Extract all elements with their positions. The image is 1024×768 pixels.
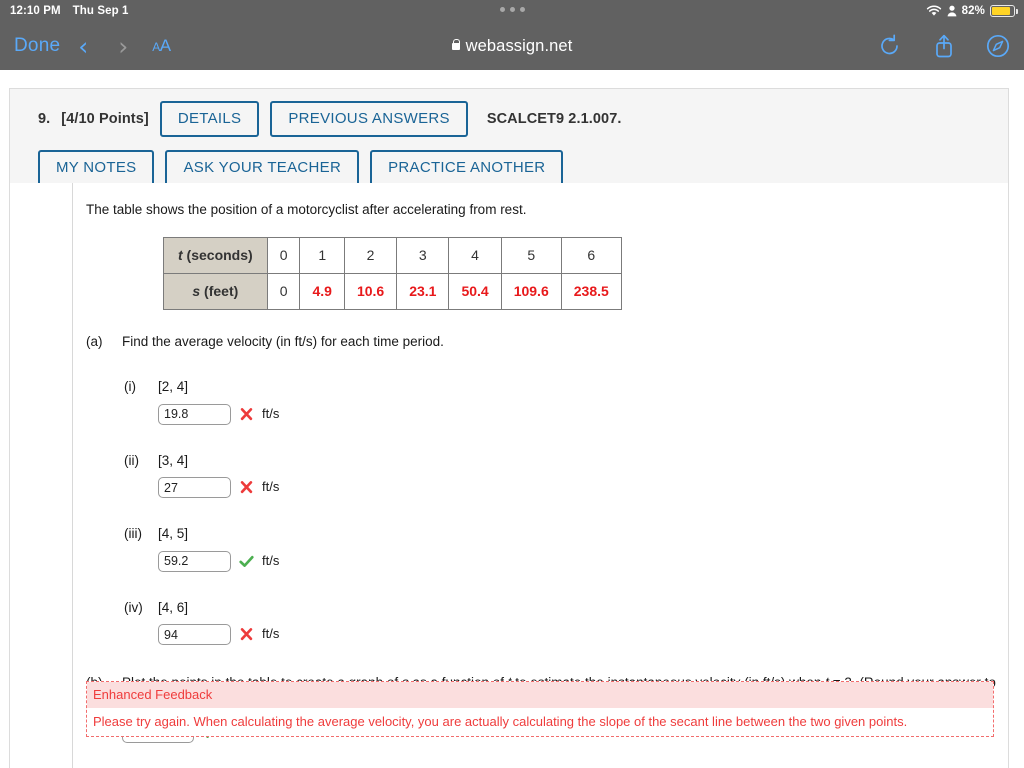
t-unit-label: (seconds) [182,246,253,263]
table-row-s: s (feet) 0 4.9 10.6 23.1 50.4 109.6 238.… [163,272,622,310]
part-a-item-i: (i) [2, 4] ft/s [124,377,998,425]
ask-your-teacher-button[interactable]: ASK YOUR TEACHER [165,150,360,186]
reload-icon[interactable] [878,33,902,59]
back-button[interactable]: ‹ [78,34,88,59]
text-size-button[interactable]: AA [152,36,171,56]
t-cell-5: 5 [500,236,562,274]
question-header-row-1: 9. [4/10 Points] DETAILS PREVIOUS ANSWER… [38,101,994,137]
content-divider [72,183,73,768]
ios-browser-chrome: 12:10 PM Thu Sep 1 82% Done ‹ › AA webas… [0,0,1024,70]
enhanced-feedback-body: Please try again. When calculating the a… [93,714,908,729]
question-header-row-2: MY NOTES ASK YOUR TEACHER PRACTICE ANOTH… [38,150,994,186]
item-iv-interval: [4, 6] [158,599,189,615]
dot [509,7,515,12]
practice-another-button[interactable]: PRACTICE ANOTHER [370,150,564,186]
browser-toolbar: Done ‹ › AA webassign.net [0,22,1024,70]
t-cell-6: 6 [560,236,622,274]
battery-icon [990,5,1018,17]
lock-icon [451,39,460,50]
t-cell-0: 0 [266,236,301,274]
item-i-answer-input[interactable] [158,403,231,425]
s-cell-1: 4.9 [299,272,345,310]
enhanced-feedback-box: Enhanced Feedback Please try again. When… [86,681,994,737]
enhanced-feedback-title: Enhanced Feedback [87,682,993,708]
part-a-text: Find the average velocity (in ft/s) for … [122,333,444,349]
text-size-large-a: A [159,36,171,55]
textbook-code: SCALCET9 2.1.007. [486,111,622,127]
part-a-item-iii: (iii) [4, 5] ft/s [124,524,998,572]
previous-answers-button[interactable]: PREVIOUS ANSWERS [270,101,468,137]
item-i-unit: ft/s [262,405,280,421]
multitask-dots-icon[interactable] [0,7,1024,12]
item-iii-unit: ft/s [262,552,280,568]
table-row-t: t (seconds) 0 1 2 3 4 5 6 [163,236,622,274]
details-button[interactable]: DETAILS [159,101,260,137]
problem-intro: The table shows the position of a motorc… [86,202,527,217]
item-iii-head: (iii) [4, 5] [124,524,998,544]
correct-icon [239,555,254,567]
t-cell-4: 4 [448,236,502,274]
s-cell-0: 0 [266,272,301,310]
part-a: (a) Find the average velocity (in ft/s) … [86,332,998,352]
forward-button[interactable]: › [118,34,128,59]
s-cell-5: 109.6 [500,272,562,310]
item-iv-answer-row: ft/s [158,624,998,646]
url-label: webassign.net [465,36,573,55]
question-number: 9. [38,111,51,127]
part-a-item-ii: (ii) [3, 4] ft/s [124,451,998,499]
item-ii-head: (ii) [3, 4] [124,451,998,471]
item-iv-number: (iv) [124,599,143,615]
item-iv-head: (iv) [4, 6] [124,598,998,618]
item-ii-answer-input[interactable] [158,477,231,499]
item-iii-answer-row: ft/s [158,550,998,572]
item-iv-answer-input[interactable] [158,624,231,646]
question-points: [4/10 Points] [61,111,149,127]
toolbar-right-group [878,33,1010,59]
s-cell-2: 10.6 [343,272,398,310]
s-symbol: s [192,282,201,299]
t-cell-3: 3 [396,236,450,274]
question-body: The table shows the position of a motorc… [86,183,998,743]
done-button[interactable]: Done [14,35,60,57]
share-icon[interactable] [932,33,956,59]
compass-icon[interactable] [986,33,1010,59]
part-a-label: (a) [86,333,103,349]
incorrect-icon [240,407,253,420]
item-iii-interval: [4, 5] [158,526,189,542]
s-cell-6: 238.5 [560,272,622,310]
text-size-small-a: A [152,40,160,54]
battery-fill [992,7,1011,15]
status-bar: 12:10 PM Thu Sep 1 82% [0,0,1024,22]
t-cell-2: 2 [343,236,398,274]
s-cell-4: 50.4 [448,272,502,310]
item-i-answer-row: ft/s [158,403,998,425]
item-iv-unit: ft/s [262,626,280,642]
incorrect-icon [240,481,253,494]
item-i-number: (i) [124,379,136,395]
s-unit-label: (feet) [200,282,239,299]
dot [519,7,525,12]
item-iii-answer-input[interactable] [158,550,231,572]
item-ii-unit: ft/s [262,479,280,495]
s-cell-3: 23.1 [396,272,450,310]
my-notes-button[interactable]: MY NOTES [38,150,155,186]
position-data-table: t (seconds) 0 1 2 3 4 5 6 s (feet) 0 4.9… [163,236,622,310]
item-i-interval: [2, 4] [158,379,189,395]
dot [499,7,505,12]
part-a-item-iv: (iv) [4, 6] ft/s [124,598,998,646]
item-i-head: (i) [2, 4] [124,377,998,397]
t-cell-1: 1 [299,236,345,274]
table-row-label-s: s (feet) [163,272,268,310]
item-iii-number: (iii) [124,526,142,542]
item-ii-answer-row: ft/s [158,477,998,499]
incorrect-icon [240,628,253,641]
table-row-label-t: t (seconds) [163,236,268,274]
webassign-page: 9. [4/10 Points] DETAILS PREVIOUS ANSWER… [0,70,1024,768]
item-ii-interval: [3, 4] [158,452,189,468]
item-ii-number: (ii) [124,452,139,468]
